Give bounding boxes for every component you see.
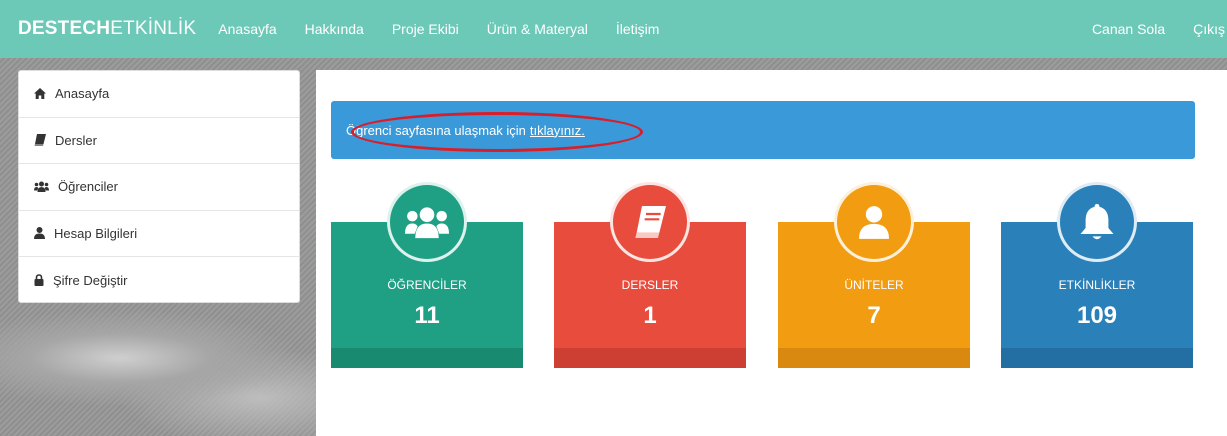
home-icon [34, 88, 46, 100]
card-count: 1 [643, 302, 657, 329]
book-icon [635, 206, 666, 238]
card-icon-circle [834, 182, 914, 262]
nav-link-iletisim[interactable]: İletişim [616, 21, 660, 37]
card-footer [778, 348, 970, 368]
nav-links: Anasayfa Hakkında Proje Ekibi Ürün & Mat… [218, 21, 687, 37]
card-label: DERSLER [621, 278, 679, 292]
stat-card-dersler[interactable]: DERSLER 1 [554, 182, 746, 368]
bell-icon [1080, 204, 1114, 240]
sidebar-item-ogrenciler[interactable]: Öğrenciler [19, 164, 299, 211]
card-icon-circle [1057, 182, 1137, 262]
sidebar-item-anasayfa[interactable]: Anasayfa [19, 71, 299, 118]
sidebar-item-label: Şifre Değiştir [53, 272, 128, 288]
nav-link-urun-materyal[interactable]: Ürün & Materyal [487, 21, 588, 37]
user-name-link[interactable]: Canan Sola [1092, 21, 1165, 37]
nav-link-anasayfa[interactable]: Anasayfa [218, 21, 276, 37]
stat-card-ogrenciler[interactable]: ÖĞRENCİLER 11 [331, 182, 523, 368]
logout-link[interactable]: Çıkış [1193, 21, 1225, 37]
info-alert: Öğrenci sayfasına ulaşmak için tıklayını… [331, 101, 1195, 159]
card-count: 7 [867, 302, 881, 329]
stat-card-etkinlikler[interactable]: ETKİNLİKLER 109 [1001, 182, 1193, 368]
card-icon-circle [387, 182, 467, 262]
users-icon [34, 181, 49, 193]
card-count: 109 [1076, 302, 1118, 329]
book-icon [34, 134, 46, 147]
lock-icon [34, 274, 44, 287]
card-footer [1001, 348, 1193, 368]
sidebar-item-label: Hesap Bilgileri [54, 225, 138, 241]
stat-card-uniteler[interactable]: ÜNİTELER 7 [778, 182, 970, 368]
card-footer [331, 348, 523, 368]
sidebar: Anasayfa Dersler Öğrenciler Hesap Bilgil… [18, 70, 300, 303]
brand-logo[interactable]: DESTECHETKİNLİK [18, 18, 196, 40]
nav-link-hakkinda[interactable]: Hakkında [305, 21, 364, 37]
sidebar-item-label: Anasayfa [55, 86, 110, 102]
user-icon [34, 227, 45, 240]
nav-link-proje-ekibi[interactable]: Proje Ekibi [392, 21, 459, 37]
sidebar-item-dersler[interactable]: Dersler [19, 118, 299, 164]
card-label: ÖĞRENCİLER [387, 278, 467, 292]
nav-user-menu: Canan Sola Çıkış [1064, 21, 1227, 37]
sidebar-item-hesap-bilgileri[interactable]: Hesap Bilgileri [19, 211, 299, 257]
card-icon-circle [610, 182, 690, 262]
sidebar-item-label: Öğrenciler [58, 179, 118, 195]
sidebar-item-sifre-degistir[interactable]: Şifre Değiştir [19, 257, 299, 304]
user-icon [859, 205, 889, 239]
users-icon [405, 207, 449, 239]
card-label: ETKİNLİKLER [1058, 278, 1136, 292]
sidebar-item-label: Dersler [55, 132, 97, 148]
card-count: 11 [414, 302, 440, 329]
navbar: DESTECHETKİNLİK Anasayfa Hakkında Proje … [0, 0, 1227, 58]
card-label: ÜNİTELER [844, 278, 904, 292]
card-footer [554, 348, 746, 368]
highlight-circle [351, 112, 643, 152]
main-panel: Öğrenci sayfasına ulaşmak için tıklayını… [316, 70, 1227, 436]
